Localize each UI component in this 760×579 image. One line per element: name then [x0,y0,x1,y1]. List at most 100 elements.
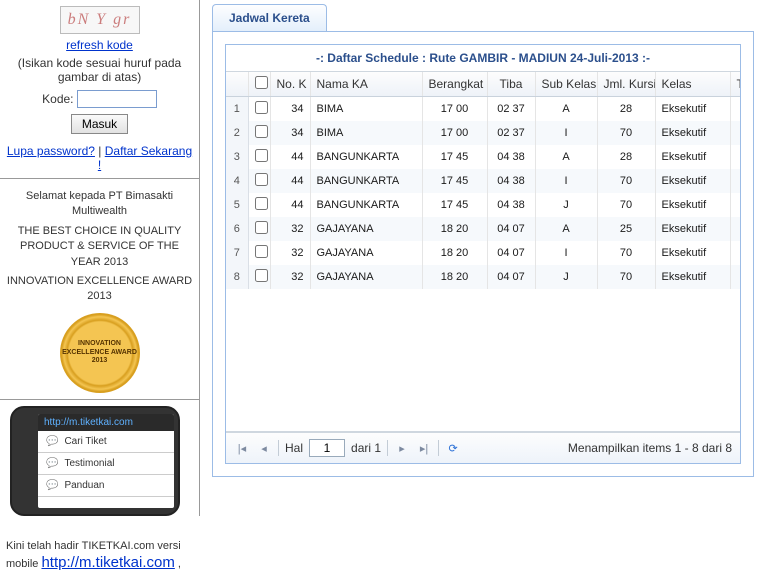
cell-tarif-dewasa: 450000 [730,121,740,145]
row-checkbox-cell[interactable] [248,265,270,289]
first-page-icon[interactable]: |◂ [234,440,250,456]
row-checkbox-cell[interactable] [248,169,270,193]
row-checkbox[interactable] [255,125,268,138]
kode-input[interactable] [77,90,157,108]
col-berangkat[interactable]: Berangkat [422,72,487,97]
cell-nama-ka: BIMA [310,121,422,145]
cell-tiba: 04 38 [487,193,535,217]
row-checkbox[interactable] [255,149,268,162]
col-nama-ka[interactable]: Nama KA [310,72,422,97]
captcha-image: bN Y gr [60,6,140,34]
table-row[interactable]: 544BANGUNKARTA17 4504 38J70Eksekutif3650… [226,193,740,217]
table-row[interactable]: 732GAJAYANA18 2004 07I70Eksekutif450000 [226,241,740,265]
cell-jml-kursi: 70 [597,265,655,289]
kode-row: Kode: [6,90,193,108]
prev-page-icon[interactable]: ◂ [256,440,272,456]
col-kelas[interactable]: Kelas [655,72,730,97]
award-badge-icon: INNOVATION EXCELLENCE AWARD 2013 [60,313,140,393]
table-row[interactable]: 134BIMA17 0002 37A28Eksekutif500000 [226,97,740,122]
award-line1: Selamat kepada PT Bimasakti Multiwealth [6,189,193,220]
row-checkbox-cell[interactable] [248,217,270,241]
cell-kelas: Eksekutif [655,169,730,193]
award-line3: INNOVATION EXCELLENCE AWARD 2013 [6,274,193,305]
cell-no-ka: 34 [270,97,310,122]
phone-menu-item: Panduan [38,475,174,497]
cell-berangkat: 17 00 [422,121,487,145]
col-jml-kursi[interactable]: Jml. Kursi [597,72,655,97]
of-label: dari 1 [351,441,381,455]
page-input[interactable] [309,439,345,457]
phone-menu-item: Testimonial [38,453,174,475]
row-checkbox[interactable] [255,269,268,282]
row-checkbox-cell[interactable] [248,97,270,122]
cell-tarif-dewasa: 425000 [730,265,740,289]
row-checkbox-cell[interactable] [248,145,270,169]
cell-sub-kelas: I [535,169,597,193]
refresh-icon[interactable]: ⟳ [445,440,461,456]
table-row[interactable]: 344BANGUNKARTA17 4504 38A28Eksekutif4200… [226,145,740,169]
select-all-checkbox[interactable] [255,76,268,89]
table-row[interactable]: 632GAJAYANA18 2004 07A25Eksekutif500000 [226,217,740,241]
refresh-captcha-link[interactable]: refresh kode [66,38,133,52]
cell-kelas: Eksekutif [655,193,730,217]
register-link[interactable]: Daftar Sekarang ! [98,144,192,172]
kode-label: Kode: [42,92,73,106]
phone-menu-item: Cari Tiket [38,431,174,453]
cell-no-ka: 34 [270,121,310,145]
row-checkbox[interactable] [255,197,268,210]
main-content: Jadwal Kereta -: Daftar Schedule : Rute … [200,0,760,516]
col-sub-kelas[interactable]: Sub Kelas [535,72,597,97]
cell-jml-kursi: 25 [597,217,655,241]
schedule-grid[interactable]: No. K Nama KA Berangkat Tiba Sub Kelas J… [226,71,740,432]
pager-status: Menampilkan items 1 - 8 dari 8 [568,441,732,455]
col-tiba[interactable]: Tiba [487,72,535,97]
left-sidebar: bN Y gr refresh kode (Isikan kode sesuai… [0,0,200,516]
cell-tiba: 04 07 [487,241,535,265]
cell-nama-ka: BANGUNKARTA [310,169,422,193]
col-tarif-dewasa[interactable]: Tarif Dewas... [730,72,740,97]
cell-tiba: 02 37 [487,97,535,122]
row-number: 5 [226,193,248,217]
cell-nama-ka: BANGUNKARTA [310,145,422,169]
forgot-password-link[interactable]: Lupa password? [7,144,95,158]
cell-jml-kursi: 70 [597,169,655,193]
cell-sub-kelas: I [535,121,597,145]
tab-jadwal-kereta[interactable]: Jadwal Kereta [212,4,327,31]
cell-no-ka: 32 [270,217,310,241]
row-number: 3 [226,145,248,169]
cell-sub-kelas: I [535,241,597,265]
last-page-icon[interactable]: ▸| [416,440,432,456]
cell-tiba: 02 37 [487,121,535,145]
col-select-all[interactable] [248,72,270,97]
cell-nama-ka: GAJAYANA [310,217,422,241]
cell-tarif-dewasa: 385000 [730,169,740,193]
cell-berangkat: 17 45 [422,193,487,217]
cell-sub-kelas: J [535,265,597,289]
row-checkbox[interactable] [255,173,268,186]
cell-kelas: Eksekutif [655,121,730,145]
cell-kelas: Eksekutif [655,241,730,265]
cell-nama-ka: BIMA [310,97,422,122]
row-checkbox-cell[interactable] [248,121,270,145]
table-row[interactable]: 832GAJAYANA18 2004 07J70Eksekutif425000 [226,265,740,289]
cell-tiba: 04 07 [487,265,535,289]
row-checkbox-cell[interactable] [248,241,270,265]
col-no-ka[interactable]: No. K [270,72,310,97]
mobile-link[interactable]: http://m.tiketkai.com [41,554,174,571]
cell-jml-kursi: 70 [597,241,655,265]
row-checkbox[interactable] [255,221,268,234]
pager: |◂ ◂ Hal dari 1 ▸ ▸| ⟳ Menampilkan items… [226,432,740,463]
masuk-button[interactable]: Masuk [71,114,128,134]
table-row[interactable]: 444BANGUNKARTA17 4504 38I70Eksekutif3850… [226,169,740,193]
table-row[interactable]: 234BIMA17 0002 37I70Eksekutif450000 [226,121,740,145]
row-checkbox[interactable] [255,245,268,258]
cell-jml-kursi: 28 [597,145,655,169]
cell-tarif-dewasa: 450000 [730,241,740,265]
row-checkbox-cell[interactable] [248,193,270,217]
cell-tiba: 04 38 [487,169,535,193]
cell-kelas: Eksekutif [655,265,730,289]
next-page-icon[interactable]: ▸ [394,440,410,456]
cell-sub-kelas: A [535,217,597,241]
award-line2: THE BEST CHOICE IN QUALITY PRODUCT & SER… [6,224,193,270]
row-checkbox[interactable] [255,101,268,114]
